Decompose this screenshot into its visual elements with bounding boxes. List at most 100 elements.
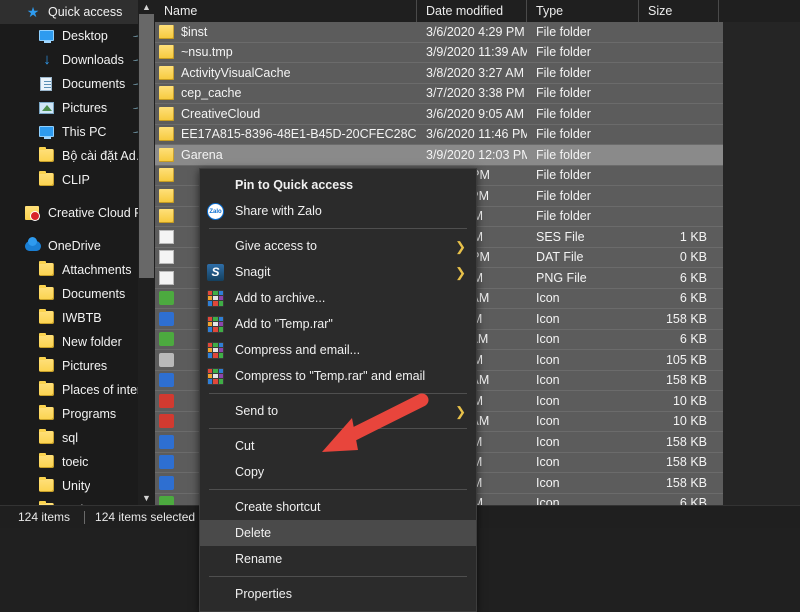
file-name-label: cep_cache <box>181 86 241 100</box>
navigation-scrollbar[interactable]: ▲ ▼ <box>138 0 155 505</box>
folder-icon <box>39 263 54 276</box>
table-row[interactable]: ~nsu.tmp3/9/2020 11:39 AMFile folder <box>155 43 723 64</box>
sidebar-item-label: OneDrive <box>48 239 101 253</box>
column-header-name[interactable]: Name <box>155 0 417 22</box>
menu-item-properties[interactable]: Properties <box>200 581 476 607</box>
sidebar-item-onedrive[interactable]: OneDrive <box>0 234 155 258</box>
menu-item-rename[interactable]: Rename <box>200 546 476 572</box>
folder-icon <box>39 455 54 468</box>
table-row[interactable]: cep_cache3/7/2020 3:38 PMFile folder <box>155 84 723 105</box>
sidebar-item-iwbtb[interactable]: IWBTB <box>0 306 155 330</box>
menu-item-delete[interactable]: Delete <box>200 520 476 546</box>
icon-red <box>159 394 174 408</box>
folder-icon <box>39 311 54 324</box>
table-row[interactable]: ActivityVisualCache3/8/2020 3:27 AMFile … <box>155 63 723 84</box>
column-header-date-modified[interactable]: Date modified <box>417 0 527 22</box>
sidebar-item-places-of-interest[interactable]: Places of interest <box>0 378 155 402</box>
monitor-icon <box>39 30 54 41</box>
file-size-cell: 6 KB <box>639 291 719 305</box>
sidebar-item-documents[interactable]: Documents <box>0 282 155 306</box>
sidebar-item-label: New folder <box>62 335 122 349</box>
folder-icon <box>39 334 55 350</box>
file-type-cell: File folder <box>527 127 639 141</box>
icon-green <box>159 332 174 346</box>
sidebar-item-sql[interactable]: sql <box>0 426 155 450</box>
folder-icon <box>159 107 174 121</box>
sidebar-item-clip[interactable]: CLIP <box>0 168 155 192</box>
table-row[interactable]: $inst3/6/2020 4:29 PMFile folder <box>155 22 723 43</box>
file-name-label: ~nsu.tmp <box>181 45 233 59</box>
document-icon <box>40 77 52 91</box>
menu-separator <box>209 393 467 394</box>
folder-icon <box>159 45 174 59</box>
sidebar-item-toeic[interactable]: toeic <box>0 450 155 474</box>
sidebar-item-attachments[interactable]: Attachments <box>0 258 155 282</box>
sidebar-item-documents[interactable]: Documents📌 <box>0 72 155 96</box>
scroll-up-icon[interactable]: ▲ <box>138 0 155 14</box>
menu-item-icon-placeholder <box>207 403 224 420</box>
file-type-cell: File folder <box>527 209 639 223</box>
table-row[interactable]: Garena3/9/2020 12:03 PMFile folder <box>155 145 723 166</box>
sidebar-item-pictures[interactable]: Pictures <box>0 354 155 378</box>
menu-item-snagit[interactable]: Snagit❯ <box>200 259 476 285</box>
sidebar-item-label: sql <box>62 431 78 445</box>
column-header-type[interactable]: Type <box>527 0 639 22</box>
sidebar-item-programs[interactable]: Programs <box>0 402 155 426</box>
sidebar-item-creative-cloud-files[interactable]: Creative Cloud Files <box>0 201 155 225</box>
menu-item-icon-placeholder <box>207 525 224 542</box>
icon-blue <box>159 455 174 469</box>
menu-item-give-access-to[interactable]: Give access to❯ <box>200 233 476 259</box>
zalo-icon <box>207 203 224 220</box>
menu-item-share-with-zalo[interactable]: Share with Zalo <box>200 198 476 224</box>
sidebar-item-new-folder[interactable]: New folder <box>0 330 155 354</box>
file-size-cell: 105 KB <box>639 353 719 367</box>
file-date-cell: 3/6/2020 4:29 PM <box>417 25 527 39</box>
menu-item-cut[interactable]: Cut <box>200 433 476 459</box>
file-name-label: ActivityVisualCache <box>181 66 291 80</box>
file-type-cell: Icon <box>527 291 639 305</box>
sidebar-item-this-pc[interactable]: This PC📌 <box>0 120 155 144</box>
scroll-down-icon[interactable]: ▼ <box>138 491 155 505</box>
file-size-cell: 6 KB <box>639 496 719 505</box>
file-type-cell: PNG File <box>527 271 639 285</box>
file-type-cell: SES File <box>527 230 639 244</box>
menu-item-pin-to-quick-access[interactable]: Pin to Quick access <box>200 172 476 198</box>
file-type-cell: DAT File <box>527 250 639 264</box>
menu-item-add-to-archive[interactable]: Add to archive... <box>200 285 476 311</box>
menu-item-create-shortcut[interactable]: Create shortcut <box>200 494 476 520</box>
menu-item-compress-and-email[interactable]: Compress and email... <box>200 337 476 363</box>
menu-item-label: Compress and email... <box>235 343 360 357</box>
table-row[interactable]: CreativeCloud3/6/2020 9:05 AMFile folder <box>155 104 723 125</box>
file-size-cell: 10 KB <box>639 394 719 408</box>
document-icon <box>39 76 55 92</box>
file-size-cell: 1 KB <box>639 230 719 244</box>
nav-spacer <box>0 225 155 234</box>
nav-spacer <box>0 192 155 201</box>
folder-icon <box>39 383 54 396</box>
folder-icon <box>39 173 54 186</box>
sidebar-item-pictures[interactable]: Pictures📌 <box>0 96 155 120</box>
sidebar-item-webdev-icon[interactable]: WebDev_Icon <box>0 498 155 505</box>
sidebar-item-label: CLIP <box>62 173 90 187</box>
sidebar-item-unity[interactable]: Unity <box>0 474 155 498</box>
menu-item-label: Compress to "Temp.rar" and email <box>235 369 425 383</box>
file-size-cell: 6 KB <box>639 271 719 285</box>
navigation-pane: ★Quick accessDesktop📌↓Downloads📌Document… <box>0 0 155 505</box>
column-header-size[interactable]: Size <box>639 0 719 22</box>
menu-item-compress-to-temp-rar-and-email[interactable]: Compress to "Temp.rar" and email <box>200 363 476 389</box>
menu-item-send-to[interactable]: Send to❯ <box>200 398 476 424</box>
icon-blue <box>159 435 174 449</box>
sidebar-item-desktop[interactable]: Desktop📌 <box>0 24 155 48</box>
menu-item-copy[interactable]: Copy <box>200 459 476 485</box>
menu-item-label: Give access to <box>235 239 317 253</box>
sidebar-item-quick-access[interactable]: ★Quick access <box>0 0 155 24</box>
sidebar-item-downloads[interactable]: ↓Downloads📌 <box>0 48 155 72</box>
menu-item-icon-placeholder <box>207 586 224 603</box>
navigation-scrollbar-thumb[interactable] <box>139 14 154 278</box>
file-size-cell: 0 KB <box>639 250 719 264</box>
file-name-label: Garena <box>181 148 223 162</box>
icon-blue <box>159 312 174 326</box>
sidebar-item-b-c-i-t-adobe[interactable]: Bộ cài đặt Adobe <box>0 144 155 168</box>
menu-item-add-to-temp-rar[interactable]: Add to "Temp.rar" <box>200 311 476 337</box>
table-row[interactable]: EE17A815-8396-48E1-B45D-20CFEC28C02D3/6/… <box>155 125 723 146</box>
